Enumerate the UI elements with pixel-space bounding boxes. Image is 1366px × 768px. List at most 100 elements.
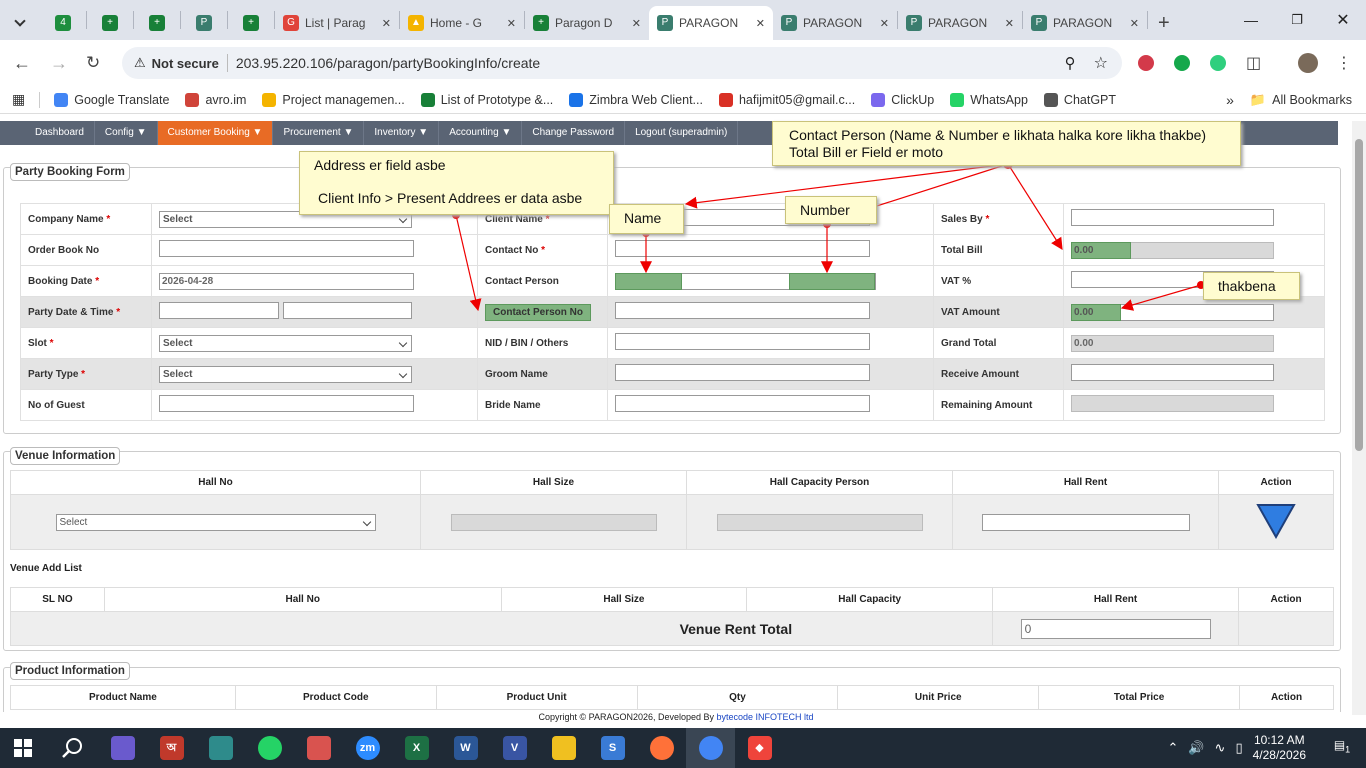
browser-tab[interactable]: 4: [40, 8, 86, 38]
browser-tab[interactable]: P PARAGON ✕: [1023, 8, 1147, 38]
security-label[interactable]: Not secure: [152, 56, 219, 71]
scroll-thumb[interactable]: [1355, 139, 1363, 451]
hall-no-select[interactable]: Select: [55, 513, 376, 531]
avatar[interactable]: [1298, 53, 1318, 73]
browser-tab[interactable]: +: [134, 8, 180, 38]
hall-rent-input[interactable]: [981, 513, 1190, 531]
address-bar[interactable]: ⚠ Not secure 203.95.220.106/paragon/part…: [122, 47, 1122, 79]
browser-tab[interactable]: G List | Parag ✕: [275, 8, 399, 38]
browser-tab[interactable]: ▲ Home - G ✕: [400, 8, 524, 38]
star-icon[interactable]: ☆: [1094, 53, 1108, 73]
clock[interactable]: 10:12 AM 4/28/2026: [1253, 733, 1306, 763]
taskbar-app[interactable]: [686, 728, 735, 768]
text-input[interactable]: [615, 302, 870, 319]
taskbar-app[interactable]: [196, 728, 245, 768]
zoom-icon[interactable]: ⚲: [1065, 54, 1076, 72]
nav-item[interactable]: Customer Booking ▼: [157, 121, 274, 145]
taskbar-app[interactable]: zm: [343, 728, 392, 768]
text-input[interactable]: [615, 240, 870, 257]
bookmark-item[interactable]: hafijmit05@gmail.c...: [718, 92, 855, 107]
puzzle-icon[interactable]: ◫: [1246, 53, 1261, 73]
text-input[interactable]: [1071, 209, 1274, 226]
tab-close-icon[interactable]: ✕: [382, 17, 391, 30]
search-button[interactable]: [46, 728, 98, 768]
footer-link[interactable]: bytecode INFOTECH ltd: [717, 712, 814, 722]
bookmark-item[interactable]: ClickUp: [871, 92, 934, 107]
browser-tab[interactable]: +: [87, 8, 133, 38]
taskbar-app[interactable]: [294, 728, 343, 768]
bookmark-item[interactable]: List of Prototype &...: [420, 92, 553, 107]
back-icon[interactable]: ←: [13, 53, 31, 74]
browser-tab[interactable]: + Paragon D ✕: [525, 8, 649, 38]
tab-close-icon[interactable]: ✕: [1130, 17, 1139, 30]
select-field[interactable]: Select: [159, 334, 412, 352]
text-input[interactable]: [615, 333, 870, 350]
browser-tab[interactable]: P PARAGON ✕: [898, 8, 1022, 38]
menu-icon[interactable]: ⋮: [1336, 53, 1352, 73]
url-text[interactable]: 203.95.220.106/paragon/partyBookingInfo/…: [236, 55, 540, 71]
bookmark-item[interactable]: Project managemen...: [262, 92, 405, 107]
grammarly-icon[interactable]: [1174, 55, 1190, 71]
bookmark-item[interactable]: Google Translate: [54, 92, 169, 107]
taskbar-app[interactable]: W: [441, 728, 490, 768]
select-field[interactable]: Select: [159, 365, 412, 383]
battery-icon[interactable]: ▯: [1235, 740, 1242, 756]
taskbar-app[interactable]: [98, 728, 147, 768]
taskbar-app[interactable]: S: [588, 728, 637, 768]
bookmark-item[interactable]: WhatsApp: [950, 92, 1028, 107]
nav-item[interactable]: Change Password: [522, 121, 626, 145]
browser-tab[interactable]: P: [181, 8, 227, 38]
text-input[interactable]: 2026-04-28: [159, 272, 414, 290]
wifi-icon[interactable]: ∿: [1215, 740, 1226, 756]
party-time-input[interactable]: [283, 302, 412, 319]
nav-item[interactable]: Dashboard: [25, 121, 95, 145]
tab-close-icon[interactable]: ✕: [632, 17, 641, 30]
start-button[interactable]: [0, 728, 46, 768]
tab-close-icon[interactable]: ✕: [756, 17, 765, 30]
taskbar-app[interactable]: ◆: [735, 728, 784, 768]
browser-tab[interactable]: P PARAGON ✕: [649, 6, 773, 40]
nav-item[interactable]: Accounting ▼: [439, 121, 523, 145]
nav-item[interactable]: Config ▼: [95, 121, 158, 145]
nav-item[interactable]: Logout (superadmin): [625, 121, 739, 145]
text-input[interactable]: [615, 395, 870, 412]
extension-icon-3[interactable]: [1210, 55, 1226, 71]
nav-item[interactable]: Procurement ▼: [273, 121, 365, 145]
apps-grid-icon[interactable]: ▦: [12, 91, 25, 108]
page-scrollbar[interactable]: [1352, 121, 1366, 715]
taskbar-app[interactable]: অ: [147, 728, 196, 768]
party-date-input[interactable]: [159, 302, 279, 319]
volume-icon[interactable]: 🔊: [1188, 740, 1204, 756]
restore-icon[interactable]: ❐: [1274, 12, 1320, 28]
all-bookmarks-link[interactable]: All Bookmarks: [1272, 93, 1352, 107]
taskbar-app[interactable]: [539, 728, 588, 768]
taskbar-app[interactable]: X: [392, 728, 441, 768]
taskbar-app[interactable]: [637, 728, 686, 768]
minimize-icon[interactable]: —: [1228, 12, 1274, 28]
bookmark-item[interactable]: avro.im: [185, 92, 246, 107]
close-window-icon[interactable]: ✕: [1320, 10, 1366, 30]
text-input[interactable]: [159, 395, 414, 412]
bookmark-item[interactable]: ChatGPT: [1043, 92, 1116, 107]
tab-close-icon[interactable]: ✕: [1005, 17, 1014, 30]
taskbar-app[interactable]: V: [490, 728, 539, 768]
taskbar-app[interactable]: [245, 728, 294, 768]
browser-tab[interactable]: +: [228, 8, 274, 38]
bookmark-item[interactable]: Zimbra Web Client...: [569, 92, 703, 107]
notification-button[interactable]: ▤1: [1332, 738, 1352, 758]
browser-tab[interactable]: P PARAGON ✕: [773, 8, 897, 38]
text-input[interactable]: [615, 364, 870, 381]
extension-icon-1[interactable]: [1138, 55, 1154, 71]
text-input[interactable]: [159, 240, 414, 257]
text-input[interactable]: [1071, 364, 1274, 381]
reload-icon[interactable]: ↻: [86, 53, 100, 73]
more-bookmarks-icon[interactable]: »: [1226, 92, 1234, 108]
show-hidden-icon[interactable]: ⌃: [1167, 740, 1178, 756]
tab-search-button[interactable]: [0, 8, 40, 38]
tab-close-icon[interactable]: ✕: [507, 17, 516, 30]
tab-close-icon[interactable]: ✕: [880, 17, 889, 30]
new-tab-button[interactable]: +: [1148, 8, 1180, 38]
nav-item[interactable]: Inventory ▼: [364, 121, 440, 145]
forward-icon[interactable]: →: [50, 53, 68, 74]
add-down-arrow-icon[interactable]: [1256, 503, 1296, 539]
